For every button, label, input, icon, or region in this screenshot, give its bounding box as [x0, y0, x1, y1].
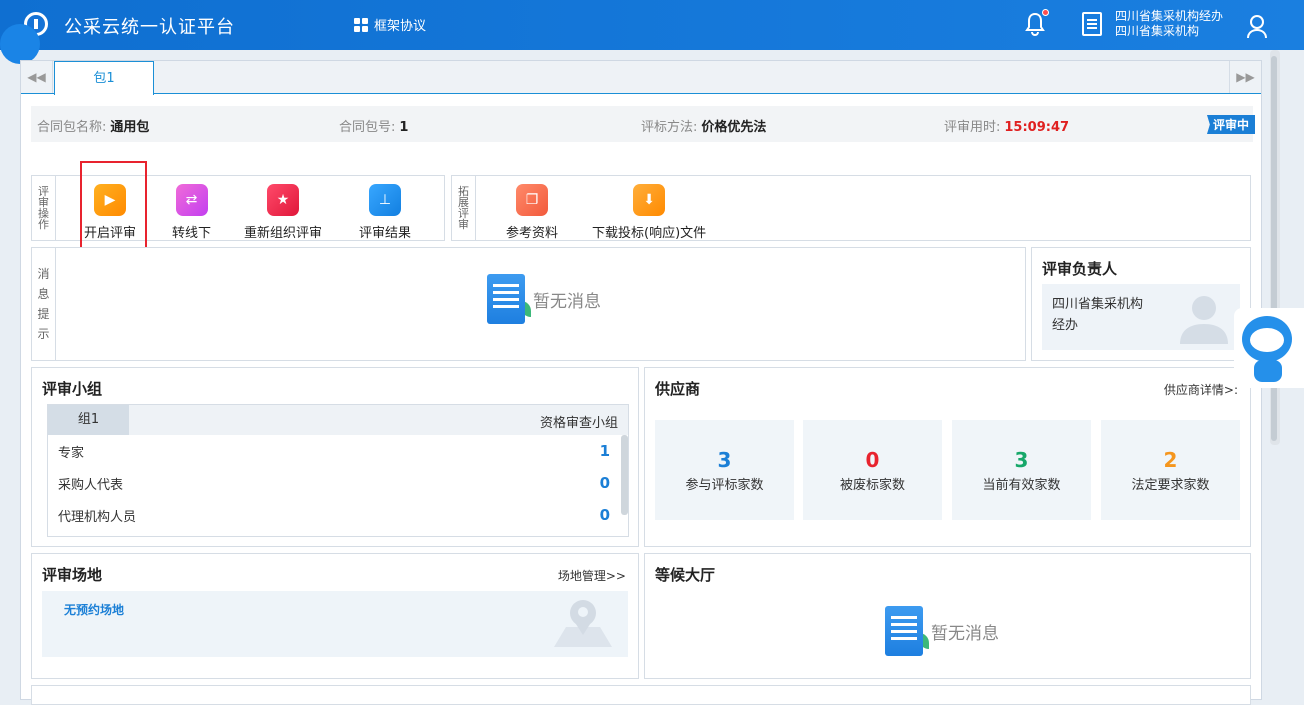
bottom-panel [31, 685, 1251, 705]
supplier-title: 供应商 [655, 380, 701, 398]
reviewer-card: 四川省集采机构 经办 [1042, 284, 1240, 350]
document-icon [885, 606, 923, 656]
top-header: 公采云统一认证平台 框架协议 四川省集采机构经办 四川省集采机构 [0, 0, 1304, 50]
review-group-title: 评审小组 [42, 380, 103, 398]
tab-bar: ◀◀ 包1 ▶▶ [21, 61, 1261, 95]
extend-ops-label: 拓展评审 [452, 176, 476, 240]
contract-name: 合同包名称: 通用包 [37, 120, 150, 135]
tab-package-1[interactable]: 包1 [54, 61, 154, 95]
supplier-panel: 供应商 供应商详情>: 3 参与评标家数 0 被废标家数 3 当前有效家数 2 法定要求… [644, 367, 1251, 547]
app-title: 公采云统一认证平台 [64, 17, 235, 38]
review-group-table: 组1 资格审查小组 专家 1 采购人代表 0 代理机构人员 0 [47, 404, 629, 537]
person-silhouette-icon [1180, 296, 1228, 344]
venue-title: 评审场地 [42, 566, 103, 584]
waiting-hall-panel: 等候大厅 暂无消息 [644, 553, 1251, 679]
waiting-empty: 暂无消息 [885, 606, 999, 656]
group-type: 资格审查小组 [539, 416, 618, 431]
highlight-box [80, 161, 147, 255]
reviewer-panel: 评审负责人 四川省集采机构 经办 [1031, 247, 1251, 361]
switch-icon: ⇄ [175, 184, 208, 216]
location-pin-icon [554, 600, 612, 647]
download-icon: ⬇ [633, 184, 666, 216]
review-duration: 评审用时: 15:09:47 [944, 120, 1070, 135]
contract-info-bar: 合同包名称: 通用包 合同包号: 1 评标方法: 价格优先法 评审用时: 15:09:4… [31, 106, 1255, 142]
stamp-icon: ⊥ [369, 184, 401, 216]
review-result-button[interactable]: ⊥ 评审结果 [359, 184, 411, 241]
review-group-panel: 评审小组 组1 资格审查小组 专家 1 采购人代表 0 代理机构人员 0 [31, 367, 639, 547]
switch-offline-button[interactable]: ⇄ 转线下 [172, 184, 211, 241]
notification-bell-icon[interactable] [1024, 9, 1049, 36]
tab-prev-icon[interactable]: ◀◀ [21, 61, 53, 93]
user-avatar-icon[interactable] [1246, 14, 1268, 39]
venue-panel: 评审场地 场地管理>> 无预约场地 [31, 553, 639, 679]
reorganize-review-button[interactable]: ★ 重新组织评审 [244, 184, 322, 241]
reference-material-button[interactable]: ❐ 参考资料 [506, 184, 558, 241]
user-org: 四川省集采机构 [1115, 24, 1200, 38]
message-panel: 消息提示 暂无消息 [31, 247, 1026, 361]
main-frame: ◀◀ 包1 ▶▶ 合同包名称: 通用包 合同包号: 1 评标方法: 价格优先法 评审用… [20, 60, 1262, 705]
venue-manage-link[interactable]: 场地管理>> [558, 567, 626, 584]
user-document-icon [1082, 12, 1102, 36]
table-scrollbar[interactable] [621, 435, 628, 515]
grid-icon [354, 17, 368, 32]
assistant-mascot-icon[interactable] [1234, 308, 1304, 388]
nav-framework-label: 框架协议 [374, 19, 427, 34]
nav-framework-link[interactable]: 框架协议 [354, 15, 426, 34]
table-row: 专家 1 [58, 442, 610, 461]
notification-dot [1042, 9, 1049, 16]
stat-valid: 3 当前有效家数 [952, 420, 1091, 520]
user-info[interactable]: 四川省集采机构经办 四川省集采机构 [1115, 9, 1223, 39]
waiting-hall-title: 等候大厅 [655, 566, 716, 584]
venue-box: 无预约场地 [42, 591, 628, 657]
stat-participating: 3 参与评标家数 [655, 420, 794, 520]
review-ops-label: 评审操作 [32, 176, 56, 240]
venue-empty-text: 无预约场地 [64, 603, 125, 617]
extend-ops-box: 拓展评审 ❐ 参考资料 ⬇ 下载投标(响应)文件 [451, 175, 1251, 241]
group-tab[interactable]: 组1 [48, 405, 129, 435]
evaluation-method: 评标方法: 价格优先法 [641, 120, 767, 135]
download-bid-file-button[interactable]: ⬇ 下载投标(响应)文件 [592, 184, 706, 241]
table-row: 采购人代表 0 [58, 474, 610, 493]
document-icon [487, 274, 525, 324]
stat-rejected: 0 被废标家数 [803, 420, 942, 520]
star-icon: ★ [267, 184, 299, 216]
stat-required: 2 法定要求家数 [1101, 420, 1240, 520]
status-badge: 评审中 [1206, 115, 1255, 134]
table-row: 代理机构人员 0 [58, 506, 610, 525]
supplier-detail-link[interactable]: 供应商详情>: [1164, 381, 1238, 398]
floating-dot[interactable] [0, 24, 40, 64]
message-empty: 暂无消息 [487, 274, 601, 324]
tab-next-icon[interactable]: ▶▶ [1229, 61, 1261, 93]
user-role: 四川省集采机构经办 [1115, 9, 1224, 23]
reviewer-title: 评审负责人 [1042, 260, 1118, 278]
message-label: 消息提示 [32, 248, 56, 360]
copy-icon: ❐ [516, 184, 548, 216]
contract-no: 合同包号: 1 [339, 120, 409, 135]
